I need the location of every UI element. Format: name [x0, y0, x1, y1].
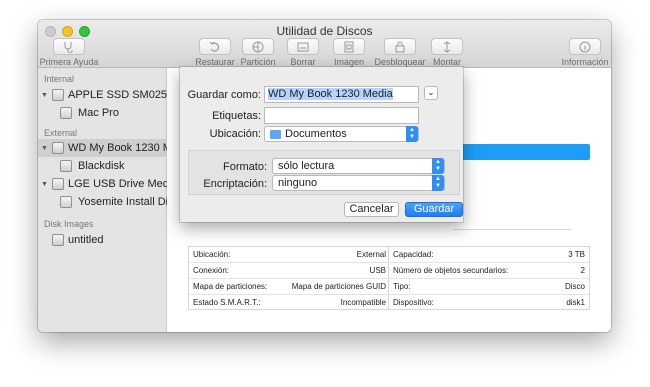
tags-field[interactable] — [264, 107, 419, 124]
popup-arrows-icon: ▲ ▼ — [432, 158, 444, 174]
info-label: Información — [561, 57, 609, 67]
sidebar-item-label: untitled — [68, 234, 104, 246]
sidebar-item-yosemite[interactable]: Yosemite Install Di... — [38, 193, 177, 211]
popup-arrows-icon: ▲ ▼ — [432, 175, 444, 191]
save-as-label: Guardar como: — [187, 89, 261, 101]
internal-disk-icon — [52, 89, 64, 101]
external-disk-icon — [52, 142, 64, 154]
info-value: Disco — [564, 282, 585, 291]
info-value: Incompatible — [340, 298, 386, 307]
sidebar-section-external: External — [44, 128, 78, 138]
partition-button[interactable] — [242, 38, 274, 55]
info-key: Tipo: — [393, 282, 411, 291]
save-as-field[interactable]: WD My Book 1230 Media — [264, 86, 419, 103]
info-key: Capacidad: — [393, 250, 434, 259]
restore-button[interactable] — [199, 38, 231, 55]
sidebar-item-untitled[interactable]: untitled — [38, 231, 166, 249]
info-key: Dispositivo: — [393, 298, 434, 307]
sidebar-item-label: WD My Book 1230 M... — [68, 142, 182, 154]
sidebar-item-apple-ssd[interactable]: ▼ APPLE SSD SM0256... — [38, 86, 182, 104]
divider — [189, 262, 589, 263]
title-bar: Utilidad de Discos Primera Ayuda Restaur… — [38, 20, 611, 68]
format-popup[interactable]: sólo lectura ▲ ▼ — [272, 158, 445, 174]
restore-icon — [209, 41, 220, 52]
format-label: Formato: — [222, 161, 267, 173]
mount-label: Montar — [432, 57, 461, 67]
usb-disk-icon — [52, 178, 64, 190]
first-aid-button[interactable] — [53, 38, 85, 55]
window-title: Utilidad de Discos — [276, 24, 373, 38]
sidebar-item-label: APPLE SSD SM0256... — [68, 89, 183, 101]
mount-button[interactable] — [431, 38, 463, 55]
sidebar-section-disk-images: Disk Images — [44, 219, 94, 229]
format-value: sólo lectura — [278, 160, 335, 172]
location-popup[interactable]: Documentos ▲ ▼ — [264, 126, 419, 142]
location-value: Documentos — [285, 128, 347, 140]
chevron-down-icon: ⌄ — [427, 88, 435, 97]
volume-icon — [60, 196, 72, 208]
expand-dialog-button[interactable]: ⌄ — [424, 86, 438, 100]
info-button[interactable] — [569, 38, 601, 55]
info-value: 3 TB — [568, 250, 585, 259]
erase-icon — [297, 42, 309, 51]
disk-image-icon — [344, 41, 354, 52]
sidebar-item-lge-usb[interactable]: ▼ LGE USB Drive Media — [38, 175, 177, 193]
lock-icon — [395, 41, 405, 52]
disclosure-triangle-icon[interactable]: ▼ — [41, 92, 48, 99]
info-icon — [579, 41, 591, 52]
image-button[interactable] — [333, 38, 365, 55]
info-value: External — [356, 250, 386, 259]
partition-icon — [252, 41, 264, 52]
stethoscope-icon — [64, 41, 73, 53]
erase-button[interactable] — [287, 38, 319, 55]
disclosure-triangle-icon[interactable]: ▼ — [41, 181, 48, 188]
disclosure-triangle-icon[interactable]: ▼ — [41, 145, 48, 152]
sidebar-item-blackdisk[interactable]: Blackdisk — [38, 157, 166, 175]
save-button[interactable]: Guardar — [405, 202, 463, 217]
info-key: Número de objetos secundarios: — [393, 266, 509, 275]
unlock-button[interactable] — [384, 38, 416, 55]
sidebar: Internal ▼ APPLE SSD SM0256... Mac Pro E… — [38, 68, 182, 332]
info-key: Ubicación: — [193, 250, 231, 259]
disk-image-icon — [52, 234, 64, 246]
encryption-value: ninguno — [278, 177, 318, 189]
first-aid-label: Primera Ayuda — [39, 57, 99, 67]
save-as-value: WD My Book 1230 Media — [268, 88, 393, 100]
cancel-button[interactable]: Cancelar — [344, 202, 399, 217]
encryption-label: Encriptación: — [203, 178, 267, 190]
divider — [453, 229, 571, 230]
folder-icon — [270, 130, 281, 139]
sidebar-item-label: Yosemite Install Di... — [78, 196, 178, 208]
popup-arrows-icon: ▲ ▼ — [406, 126, 418, 142]
volume-icon — [60, 107, 72, 119]
sidebar-item-wd-my-book[interactable]: ▼ WD My Book 1230 M... — [38, 139, 181, 157]
info-value: disk1 — [566, 298, 585, 307]
location-label: Ubicación: — [209, 128, 261, 140]
info-key: Mapa de particiones: — [193, 282, 268, 291]
disk-info-table: Ubicación: External Conexión: USB Mapa d… — [188, 246, 590, 310]
info-value: USB — [369, 266, 386, 275]
volume-icon — [60, 160, 72, 172]
encryption-popup[interactable]: ninguno ▲ ▼ — [272, 175, 445, 191]
sidebar-item-label: Mac Pro — [78, 107, 119, 119]
info-value: Mapa de particiones GUID — [291, 282, 386, 291]
info-value: 2 — [580, 266, 585, 275]
tags-label: Etiquetas: — [212, 110, 261, 122]
sidebar-section-internal: Internal — [44, 74, 75, 84]
sidebar-item-label: LGE USB Drive Media — [68, 178, 178, 190]
info-key: Conexión: — [193, 266, 230, 275]
sidebar-item-label: Blackdisk — [78, 160, 125, 172]
info-key: Estado S.M.A.R.T.: — [193, 298, 261, 307]
mount-icon — [443, 40, 451, 53]
sidebar-item-mac-pro[interactable]: Mac Pro — [38, 104, 166, 122]
